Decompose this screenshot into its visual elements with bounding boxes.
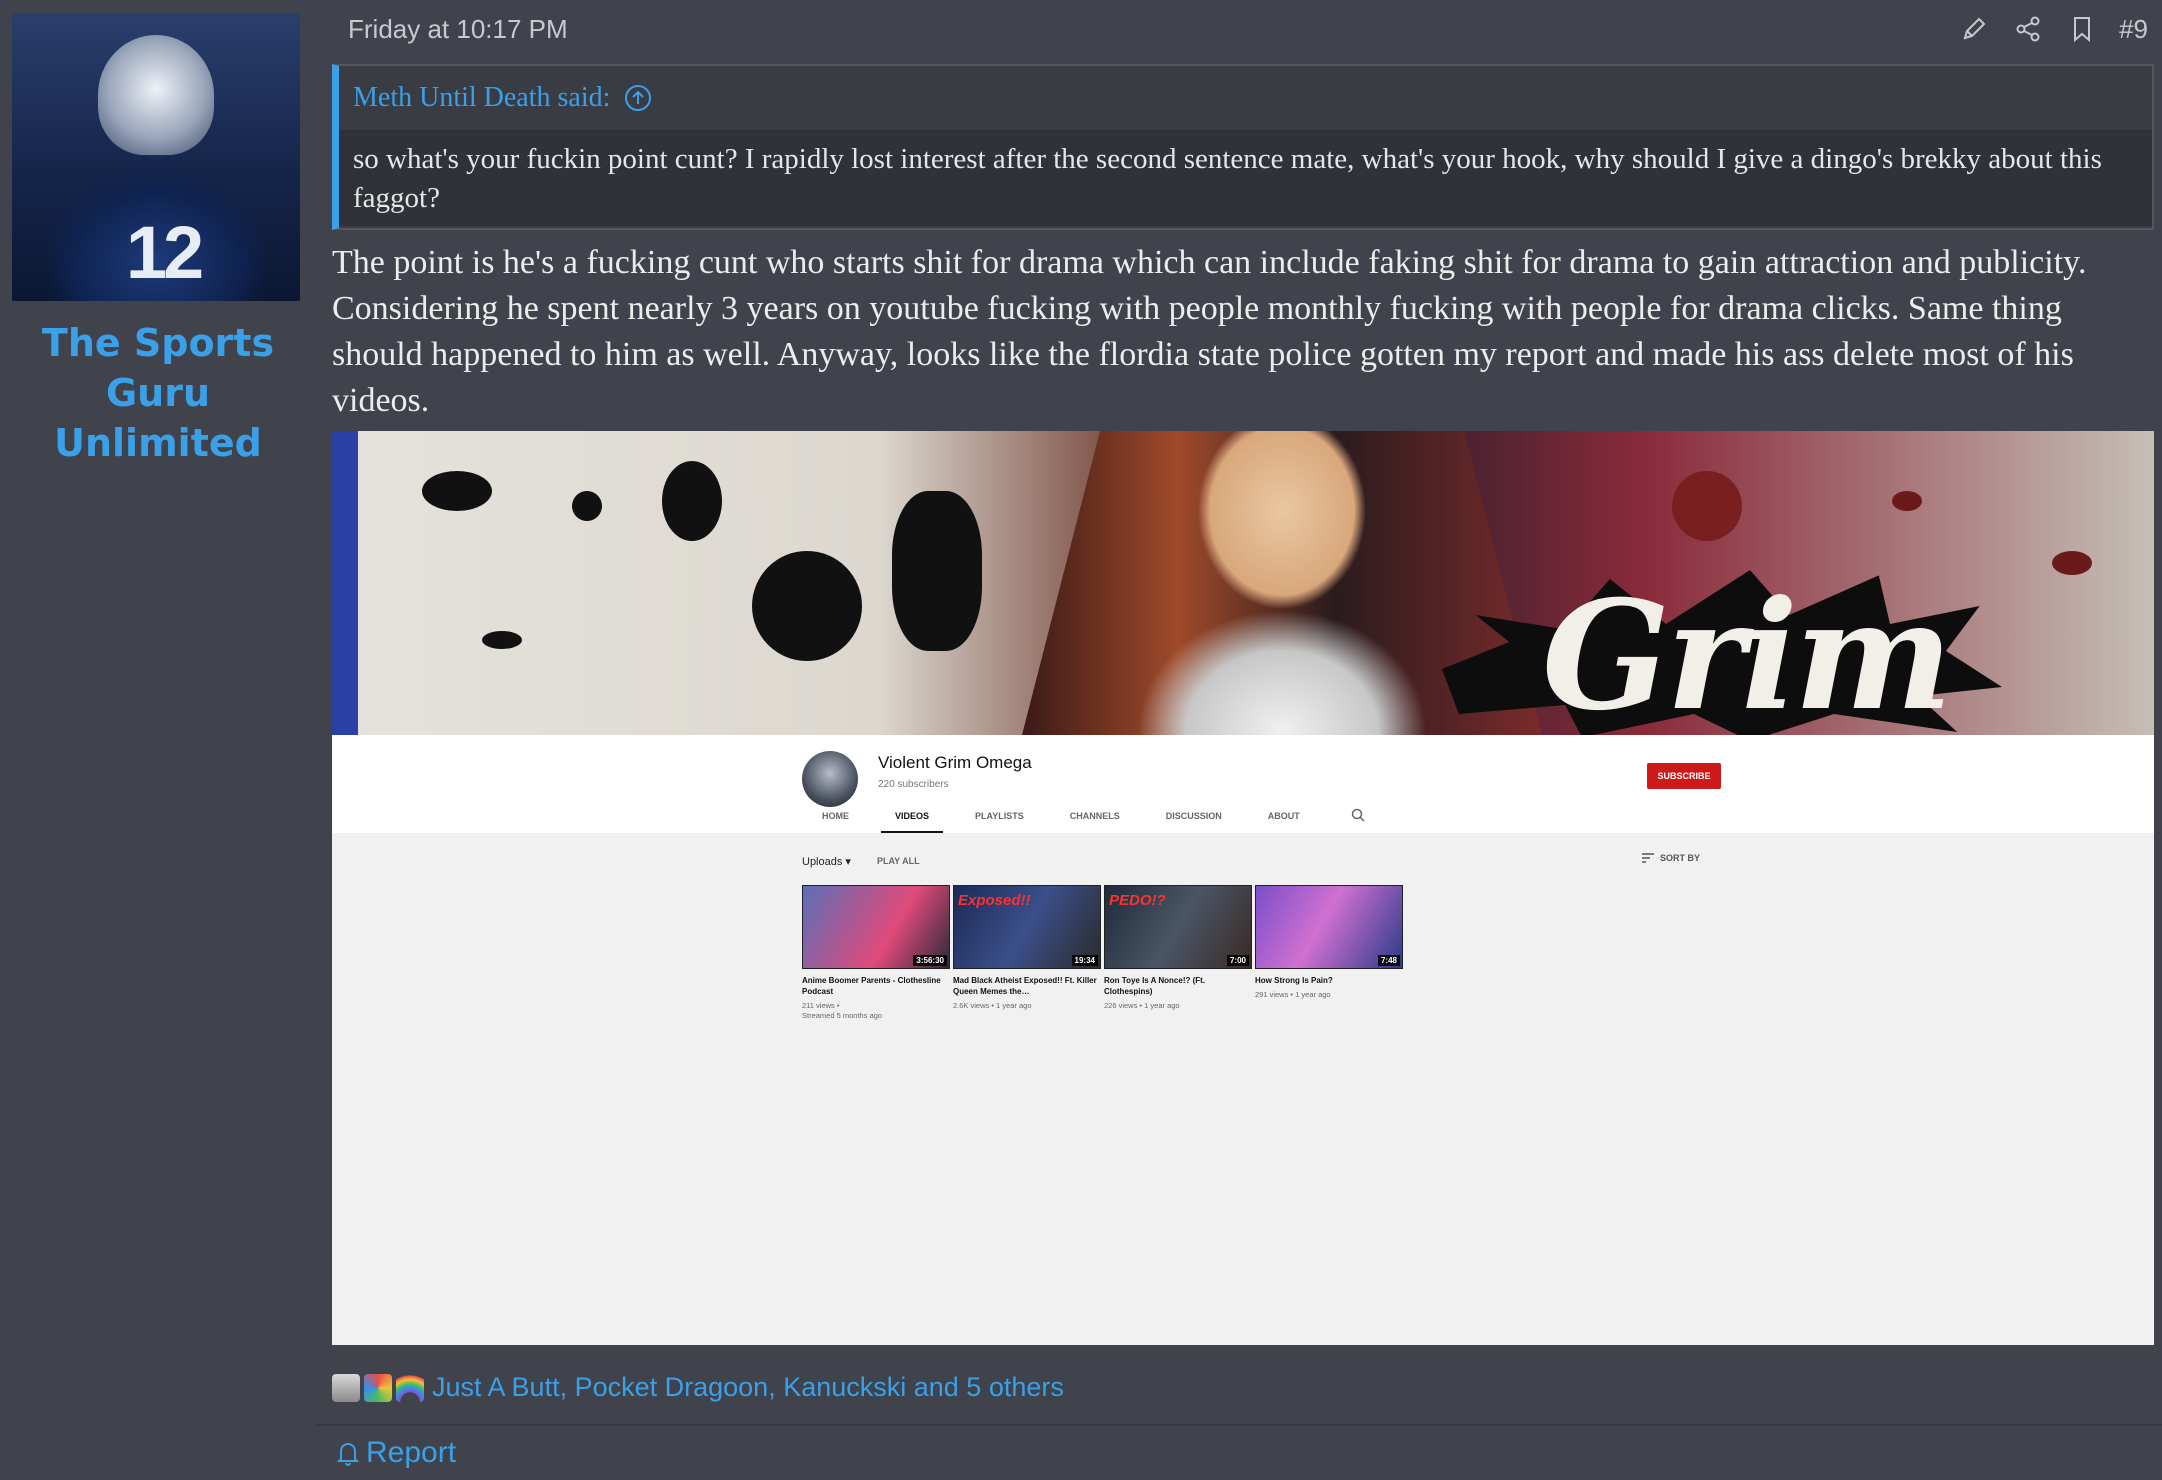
quote-header[interactable]: Meth Until Death said: <box>339 66 2152 130</box>
ink-splat <box>892 491 982 651</box>
uploads-label: Uploads <box>802 856 843 868</box>
edit-icon[interactable] <box>1957 12 1991 46</box>
video-duration: 7:00 <box>1226 955 1249 966</box>
video-card[interactable]: PEDO!? 7:00 Ron Toye Is A Nonce!? (Ft. C… <box>1104 885 1252 1021</box>
tab-home[interactable]: HOME <box>822 811 849 833</box>
video-duration: 3:56:30 <box>913 955 947 966</box>
tab-channels[interactable]: CHANNELS <box>1070 811 1120 833</box>
video-meta: 291 views • 1 year ago <box>1255 990 1331 999</box>
video-grid: 3:56:30 Anime Boomer Parents - Clothesli… <box>802 885 1403 1021</box>
tab-about[interactable]: ABOUT <box>1268 811 1300 833</box>
videos-section: Uploads ▾ PLAY ALL SORT BY 3:56:30 Anime… <box>332 833 2154 1345</box>
ink-splat <box>482 631 522 649</box>
video-title[interactable]: How Strong Is Pain? <box>1255 975 1403 986</box>
ink-splat <box>2052 551 2092 575</box>
subscriber-count: 220 subscribers <box>878 779 949 790</box>
video-thumbnail[interactable]: Exposed!! 19:34 <box>953 885 1101 969</box>
video-card[interactable]: Exposed!! 19:34 Mad Black Atheist Expose… <box>953 885 1101 1021</box>
caret-down-icon: ▾ <box>845 856 851 868</box>
reactions-list-link[interactable]: Just A Butt, Pocket Dragoon, Kanuckski a… <box>432 1372 1064 1403</box>
video-title[interactable]: Ron Toye Is A Nonce!? (Ft. Clothespins) <box>1104 975 1252 997</box>
quote-block: Meth Until Death said: so what's your fu… <box>332 64 2154 230</box>
video-card[interactable]: 7:48 How Strong Is Pain? 291 views • 1 y… <box>1255 885 1403 1021</box>
tab-videos[interactable]: VIDEOS <box>881 811 944 833</box>
post-body: The point is he's a fucking cunt who sta… <box>332 244 2087 419</box>
report-label: Report <box>366 1436 457 1469</box>
banner-stripe <box>332 431 358 735</box>
quote-author[interactable]: Meth Until Death said: <box>353 82 610 114</box>
jump-to-quote-icon[interactable] <box>624 84 652 112</box>
jersey-number: 12 <box>125 211 204 294</box>
share-icon[interactable] <box>2011 12 2045 46</box>
thumbnail-caption: PEDO!? <box>1109 892 1166 909</box>
channel-tabs: HOME VIDEOS PLAYLISTS CHANNELS DISCUSSIO… <box>822 811 1346 833</box>
video-card[interactable]: 3:56:30 Anime Boomer Parents - Clothesli… <box>802 885 950 1021</box>
channel-avatar[interactable] <box>802 751 858 807</box>
channel-header: Violent Grim Omega 220 subscribers SUBSC… <box>332 735 2154 833</box>
puzzle-icon <box>364 1373 392 1402</box>
avatar[interactable]: 12 <box>12 13 300 301</box>
post-number[interactable]: #9 <box>2119 14 2148 45</box>
tab-playlists[interactable]: PLAYLISTS <box>975 811 1024 833</box>
bell-icon <box>336 1443 360 1466</box>
video-duration: 19:34 <box>1071 955 1098 966</box>
channel-name[interactable]: Violent Grim Omega <box>878 753 1032 773</box>
report-button[interactable]: Report <box>336 1436 456 1470</box>
subscribe-button[interactable]: SUBSCRIBE <box>1647 763 1721 789</box>
embedded-screenshot[interactable]: Grim Violent Grim Omega 220 subscribers … <box>332 431 2154 1345</box>
video-meta: 226 views • 1 year ago <box>1104 1001 1180 1010</box>
video-thumbnail[interactable]: PEDO!? 7:00 <box>1104 885 1252 969</box>
tab-discussion[interactable]: DISCUSSION <box>1166 811 1222 833</box>
uploads-dropdown[interactable]: Uploads ▾ <box>802 855 851 868</box>
video-meta: 211 views • <box>802 1001 840 1010</box>
video-duration: 7:48 <box>1377 955 1400 966</box>
video-meta: 2.6K views • 1 year ago <box>953 1001 1032 1010</box>
ink-splat <box>752 551 862 661</box>
divider <box>316 1424 2162 1426</box>
post-actions: #9 <box>1957 12 2148 46</box>
video-title[interactable]: Anime Boomer Parents - Clothesline Podca… <box>802 975 950 997</box>
sort-icon <box>1642 853 1654 863</box>
reactions-bar: Just A Butt, Pocket Dragoon, Kanuckski a… <box>332 1372 1064 1403</box>
thumbnail-caption: Exposed!! <box>958 892 1031 909</box>
post-header: Friday at 10:17 PM #9 <box>332 0 2162 60</box>
ink-splat <box>1672 471 1742 541</box>
video-meta-streamed: Streamed 5 months ago <box>802 1011 883 1020</box>
play-all-button[interactable]: PLAY ALL <box>877 856 920 866</box>
username[interactable]: The Sports Guru Unlimited <box>0 318 316 468</box>
ink-splat <box>422 471 492 511</box>
video-title[interactable]: Mad Black Atheist Exposed!! Ft. Killer Q… <box>953 975 1101 997</box>
ink-splat <box>662 461 722 541</box>
ink-splat <box>1892 491 1922 511</box>
bookmark-icon[interactable] <box>2065 12 2099 46</box>
video-thumbnail[interactable]: 3:56:30 <box>802 885 950 969</box>
video-thumbnail[interactable]: 7:48 <box>1255 885 1403 969</box>
trophy-icon <box>332 1373 360 1402</box>
quote-text: so what's your fuckin point cunt? I rapi… <box>339 130 2152 226</box>
post-date[interactable]: Friday at 10:17 PM <box>348 14 568 45</box>
banner-logo-text: Grim <box>1542 568 1953 735</box>
channel-banner: Grim <box>332 431 2154 735</box>
ink-splat <box>572 491 602 521</box>
sort-button[interactable]: SORT BY <box>1642 853 1700 863</box>
rainbow-icon <box>396 1373 424 1402</box>
user-sidebar: 12 The Sports Guru Unlimited <box>0 0 316 1480</box>
helmet-graphic <box>98 35 214 155</box>
search-icon[interactable] <box>1350 807 1366 823</box>
sort-label: SORT BY <box>1660 853 1701 863</box>
post-content-area: Friday at 10:17 PM #9 Meth Until Death s… <box>316 0 2162 1480</box>
